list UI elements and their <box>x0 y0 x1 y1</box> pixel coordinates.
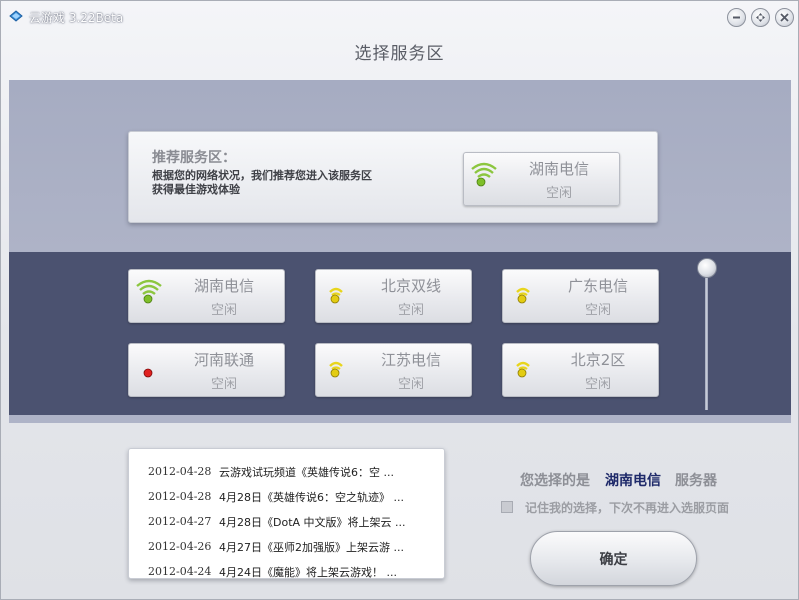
news-item[interactable]: 2012-04-27 4月28日《DotA 中文版》将上架云 ... <box>129 509 444 534</box>
cloud-logo-icon <box>9 10 23 22</box>
news-item[interactable]: 2012-04-28 云游戏试玩频道《英雄传说6：空 ... <box>129 459 444 484</box>
server-status: 空闲 <box>584 377 611 392</box>
scrollbar-thumb[interactable] <box>697 258 717 278</box>
server-status: 空闲 <box>397 377 424 392</box>
news-item[interactable]: 2012-04-28 4月28日《英雄传说6：空之轨迹》 ... <box>129 484 444 509</box>
page-title: 选择服务区 <box>354 44 445 64</box>
news-date: 2012-04-24 <box>148 565 212 578</box>
window-title: 云游戏 3.22Beta <box>29 11 124 25</box>
news-item[interactable]: 2012-04-26 4月27日《巫师2加强版》上架云游 ... <box>129 534 444 559</box>
recommend-description-2: 获得最佳游戏体验 <box>152 183 240 196</box>
server-name: 北京双线 <box>380 277 441 295</box>
server-name: 河南联通 <box>193 351 254 369</box>
remember-checkbox[interactable] <box>501 501 513 513</box>
server-status: 空闲 <box>210 377 237 392</box>
server-status: 空闲 <box>584 303 611 318</box>
selection-suffix: 服务器 <box>675 473 717 489</box>
news-link[interactable]: 云游戏试玩频道《英雄传说6：空 ... <box>219 464 419 480</box>
server-button-beijing-zone2[interactable]: 北京2区 空闲 <box>502 343 659 397</box>
news-item[interactable]: 2012-04-24 4月24日《魔能》将上架云游戏！ ... <box>129 559 444 578</box>
minimize-icon <box>733 16 740 19</box>
server-name: 湖南电信 <box>528 160 589 178</box>
close-button[interactable] <box>775 8 794 27</box>
maximize-button[interactable] <box>751 8 770 27</box>
news-link[interactable]: 4月28日《DotA 中文版》将上架云 ... <box>219 514 419 530</box>
server-button-henan-unicom[interactable]: 河南联通 空闲 <box>128 343 285 397</box>
selection-prefix: 您选择的是 <box>520 473 590 489</box>
server-button-beijing-dual[interactable]: 北京双线 空闲 <box>315 269 472 323</box>
status-dot-icon <box>143 368 153 378</box>
selected-server-name: 湖南电信 <box>605 473 661 489</box>
wifi-signal-icon <box>516 361 530 378</box>
server-name: 湖南电信 <box>193 277 254 295</box>
wifi-signal-icon <box>471 162 497 187</box>
server-status: 空闲 <box>397 303 424 318</box>
news-date: 2012-04-27 <box>148 515 212 528</box>
remember-label[interactable]: 记住我的选择，下次不再进入选服页面 <box>525 499 729 516</box>
wifi-signal-icon <box>329 287 343 304</box>
server-button-jiangsu-telecom[interactable]: 江苏电信 空闲 <box>315 343 472 397</box>
wifi-signal-icon <box>329 361 343 378</box>
server-name: 北京2区 <box>570 351 626 369</box>
server-button-guangdong-telecom[interactable]: 广东电信 空闲 <box>502 269 659 323</box>
news-date: 2012-04-26 <box>148 540 212 553</box>
recommended-server-button[interactable]: 湖南电信 空闲 <box>463 152 620 206</box>
maximize-icon <box>756 13 765 22</box>
wifi-signal-icon <box>136 279 162 304</box>
close-icon <box>780 13 789 22</box>
wifi-signal-icon <box>516 287 530 304</box>
confirm-button[interactable]: 确定 <box>530 531 697 586</box>
server-status: 空闲 <box>545 186 572 201</box>
app-window: 云游戏 3.22Beta 选择服务区 推荐服务区： 根据您的网络状况，我们推荐您… <box>0 0 799 600</box>
news-list: 2012-04-28 云游戏试玩频道《英雄传说6：空 ... 2012-04-2… <box>128 448 445 579</box>
server-button-hunan-telecom[interactable]: 湖南电信 空闲 <box>128 269 285 323</box>
news-link[interactable]: 4月27日《巫师2加强版》上架云游 ... <box>219 539 419 555</box>
server-status: 空闲 <box>210 303 237 318</box>
panel-divider <box>9 415 791 423</box>
news-link[interactable]: 4月28日《英雄传说6：空之轨迹》 ... <box>219 489 419 505</box>
recommend-heading: 推荐服务区： <box>152 150 236 166</box>
news-date: 2012-04-28 <box>148 465 212 478</box>
server-name: 广东电信 <box>567 277 628 295</box>
server-name: 江苏电信 <box>380 351 441 369</box>
minimize-button[interactable] <box>727 8 746 27</box>
news-date: 2012-04-28 <box>148 490 212 503</box>
server-list-scrollbar[interactable] <box>705 274 708 410</box>
title-bar[interactable]: 云游戏 3.22Beta <box>1 1 798 33</box>
news-link[interactable]: 4月24日《魔能》将上架云游戏！ ... <box>219 564 419 578</box>
